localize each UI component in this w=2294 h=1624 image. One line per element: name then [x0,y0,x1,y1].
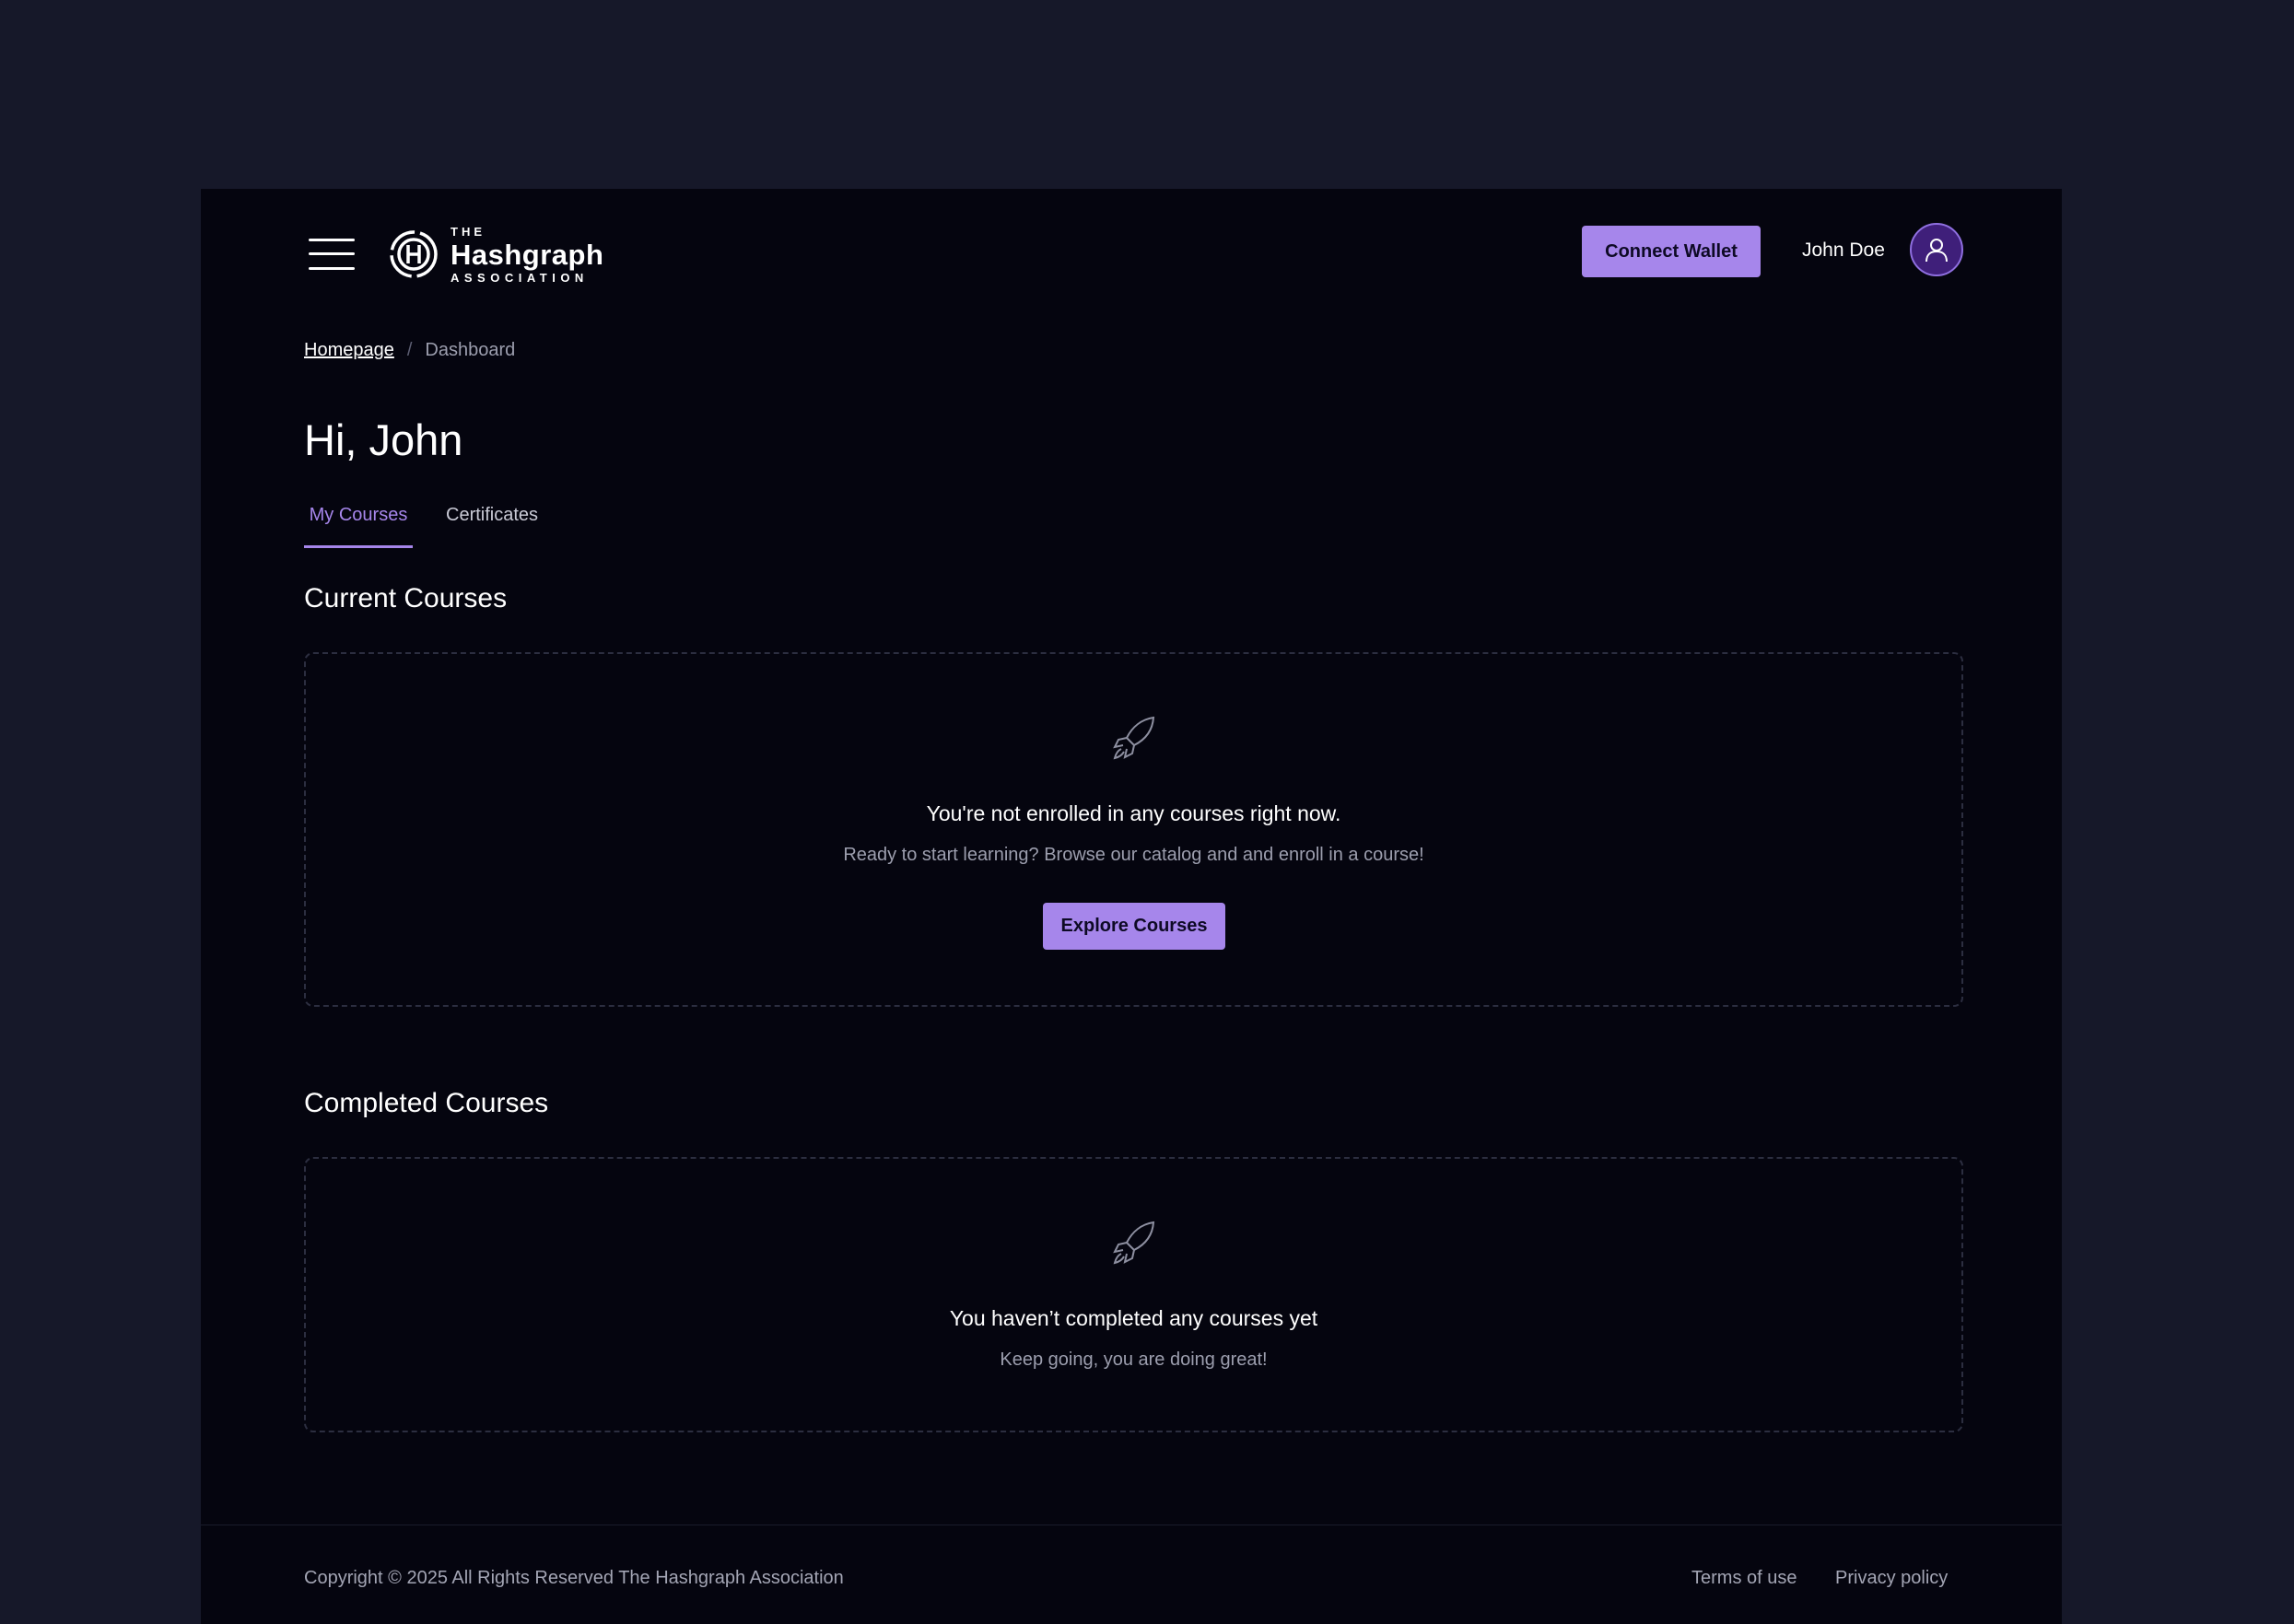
copyright-text: Copyright © 2025 All Rights Reserved The… [304,1568,844,1588]
logo[interactable]: THE Hashgraph ASSOCIATION [388,224,609,285]
completed-courses-heading: Completed Courses [304,1088,549,1118]
user-name: John Doe [1802,240,1885,261]
tab-my-courses[interactable]: My Courses [304,497,413,548]
rocket-icon [1112,1221,1154,1265]
hamburger-menu-icon[interactable] [309,237,355,272]
avatar[interactable] [1910,223,1963,276]
empty-state-subtitle: Ready to start learning? Browse our cata… [843,845,1424,865]
explore-courses-button[interactable]: Explore Courses [1043,903,1225,950]
app-frame: THE Hashgraph ASSOCIATION Connect Wallet… [201,189,2062,1624]
breadcrumb-separator: / [406,340,413,360]
rocket-icon [1112,716,1154,760]
logo-line-3: ASSOCIATION [451,270,589,285]
current-courses-heading: Current Courses [304,583,508,613]
user-icon [1925,239,1948,263]
logo-text: THE Hashgraph ASSOCIATION [451,226,603,284]
breadcrumb-current: Dashboard [425,340,516,360]
privacy-policy-link[interactable]: Privacy policy [1835,1568,1948,1589]
empty-state-subtitle: Keep going, you are doing great! [1000,1349,1268,1370]
current-courses-empty-state: You're not enrolled in any courses right… [304,652,1963,1007]
tab-certificates[interactable]: Certificates [446,497,538,548]
logo-line-1: THE [451,224,486,239]
connect-wallet-button[interactable]: Connect Wallet [1582,226,1761,277]
page-title: Hi, John [304,415,463,464]
empty-state-title: You're not enrolled in any courses right… [926,801,1341,825]
breadcrumb: Homepage / Dashboard [304,340,515,361]
breadcrumb-homepage-link[interactable]: Homepage [304,340,394,361]
empty-state-title: You haven’t completed any courses yet [949,1306,1318,1330]
hashgraph-logo-icon [390,230,438,278]
logo-line-2: Hashgraph [451,238,604,271]
terms-of-use-link[interactable]: Terms of use [1691,1568,1797,1589]
completed-courses-empty-state: You haven’t completed any courses yet Ke… [304,1157,1963,1432]
